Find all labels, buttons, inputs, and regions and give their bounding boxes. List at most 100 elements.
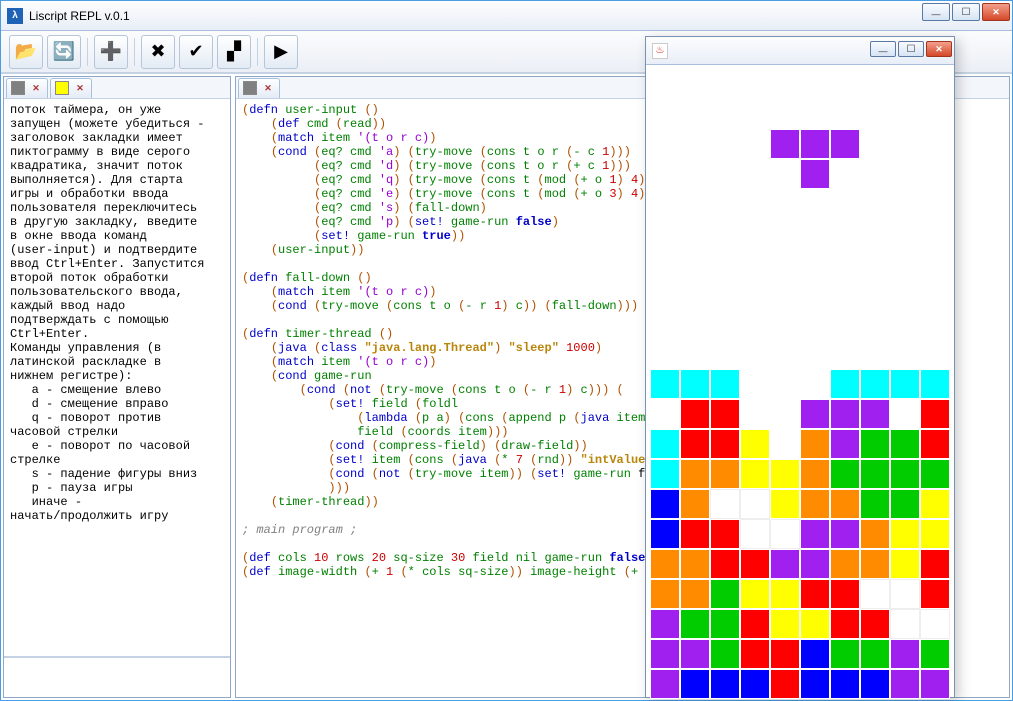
tetris-cell — [890, 429, 920, 459]
tetris-cell — [920, 609, 950, 639]
tetris-cell — [680, 69, 710, 99]
tetris-cell — [920, 369, 950, 399]
tetris-maximize-button[interactable] — [898, 41, 924, 57]
tetris-cell — [860, 459, 890, 489]
tetris-cell — [800, 339, 830, 369]
tetris-cell — [680, 519, 710, 549]
tetris-cell — [770, 669, 800, 699]
tetris-cell — [860, 339, 890, 369]
tetris-cell — [650, 159, 680, 189]
close-button[interactable] — [982, 3, 1010, 21]
tetris-cell — [740, 129, 770, 159]
left-input-area[interactable] — [4, 657, 230, 697]
tetris-cell — [830, 399, 860, 429]
tetris-cell — [830, 309, 860, 339]
run-button[interactable]: ▶ — [264, 35, 298, 69]
tetris-cell — [860, 309, 890, 339]
tetris-cell — [770, 309, 800, 339]
open-file-button[interactable]: 📂 — [9, 35, 43, 69]
tetris-cell — [770, 129, 800, 159]
accept-button[interactable]: ✔ — [179, 35, 213, 69]
layout-button[interactable]: ▞ — [217, 35, 251, 69]
tetris-cell — [890, 399, 920, 429]
tetris-cell — [890, 459, 920, 489]
tetris-cell — [860, 369, 890, 399]
tetris-cell — [890, 639, 920, 669]
tetris-cell — [710, 669, 740, 699]
tetris-cell — [650, 129, 680, 159]
refresh-button[interactable]: 🔄 — [47, 35, 81, 69]
tetris-cell — [740, 309, 770, 339]
tetris-cell — [710, 219, 740, 249]
tetris-cell — [830, 219, 860, 249]
tetris-cell — [650, 189, 680, 219]
tetris-cell — [890, 549, 920, 579]
tab[interactable]: ✕ — [50, 78, 92, 98]
tetris-cell — [830, 369, 860, 399]
left-tabrow: ✕✕ — [4, 77, 230, 99]
tetris-cell — [860, 219, 890, 249]
tetris-cell — [860, 549, 890, 579]
tetris-cell — [860, 189, 890, 219]
tetris-cell — [830, 99, 860, 129]
tetris-cell — [740, 609, 770, 639]
tetris-cell — [680, 159, 710, 189]
tetris-cell — [710, 69, 740, 99]
tetris-cell — [740, 279, 770, 309]
tetris-cell — [920, 69, 950, 99]
tab-close-icon[interactable]: ✕ — [73, 81, 87, 95]
tetris-cell — [800, 309, 830, 339]
tetris-cell — [920, 189, 950, 219]
tetris-cell — [920, 639, 950, 669]
stop-button[interactable]: ✖ — [141, 35, 175, 69]
tetris-cell — [710, 99, 740, 129]
tetris-cell — [770, 429, 800, 459]
minimize-button[interactable] — [922, 3, 950, 21]
tetris-cell — [740, 459, 770, 489]
tetris-cell — [890, 669, 920, 699]
tetris-cell — [860, 159, 890, 189]
tetris-cell — [680, 309, 710, 339]
tetris-cell — [740, 369, 770, 399]
tetris-cell — [770, 189, 800, 219]
tab-close-icon[interactable]: ✕ — [261, 81, 275, 95]
tetris-cell — [920, 429, 950, 459]
tetris-cell — [740, 669, 770, 699]
tetris-cell — [830, 489, 860, 519]
tetris-cell — [770, 399, 800, 429]
tetris-cell — [920, 99, 950, 129]
tetris-cell — [710, 129, 740, 159]
tetris-canvas — [646, 65, 954, 697]
tetris-cell — [830, 339, 860, 369]
tetris-window[interactable]: ♨ — [645, 36, 955, 698]
tetris-cell — [860, 579, 890, 609]
tab-close-icon[interactable]: ✕ — [29, 81, 43, 95]
tetris-cell — [680, 549, 710, 579]
tab[interactable]: ✕ — [238, 78, 280, 98]
tetris-titlebar[interactable]: ♨ — [646, 37, 954, 65]
tetris-cell — [680, 369, 710, 399]
tetris-cell — [680, 489, 710, 519]
tab[interactable]: ✕ — [6, 78, 48, 98]
tetris-cell — [770, 369, 800, 399]
titlebar[interactable]: λ Liscript REPL v.0.1 — [1, 1, 1012, 31]
tetris-cell — [680, 459, 710, 489]
tetris-cell — [800, 399, 830, 429]
tetris-cell — [770, 99, 800, 129]
tab-swatch — [55, 81, 69, 95]
tetris-minimize-button[interactable] — [870, 41, 896, 57]
tetris-cell — [770, 69, 800, 99]
tetris-cell — [920, 459, 950, 489]
tetris-cell — [800, 129, 830, 159]
tetris-cell — [830, 609, 860, 639]
window-title: Liscript REPL v.0.1 — [29, 9, 130, 23]
maximize-button[interactable] — [952, 3, 980, 21]
tetris-cell — [680, 99, 710, 129]
tetris-cell — [800, 69, 830, 99]
tetris-cell — [860, 249, 890, 279]
tetris-close-button[interactable] — [926, 41, 952, 57]
add-button[interactable]: ➕ — [94, 35, 128, 69]
tetris-cell — [710, 339, 740, 369]
left-textpane[interactable]: поток таймера, он уже запущен (можете уб… — [4, 99, 230, 657]
tetris-cell — [800, 669, 830, 699]
